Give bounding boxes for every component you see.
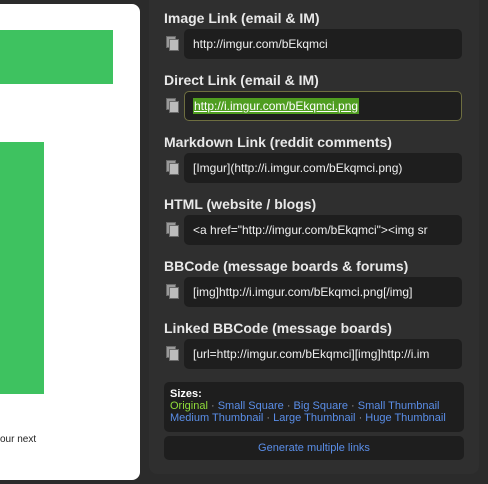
size-list: Original · Small Square · Big Square · S… <box>170 400 446 424</box>
image-link-field[interactable]: http://imgur.com/bEkqmci <box>184 29 462 59</box>
size-option-big-square[interactable]: Big Square <box>294 400 348 412</box>
preview-green-bar <box>0 30 113 84</box>
image-preview: our next <box>0 4 140 480</box>
copy-icon[interactable] <box>166 284 179 299</box>
copy-icon[interactable] <box>166 36 179 51</box>
separator: · <box>286 400 291 412</box>
copy-icon[interactable] <box>166 160 179 175</box>
copy-icon[interactable] <box>166 346 179 361</box>
image-link-label: Image Link (email & IM) <box>164 10 320 26</box>
selected-text: http://i.imgur.com/bEkqmci.png <box>193 98 360 114</box>
size-option-medium-thumbnail[interactable]: Medium Thumbnail <box>170 412 263 424</box>
direct-link-label: Direct Link (email & IM) <box>164 72 319 88</box>
size-option-original[interactable]: Original <box>170 400 208 412</box>
size-option-small-thumbnail[interactable]: Small Thumbnail <box>358 400 440 412</box>
copy-icon[interactable] <box>166 222 179 237</box>
separator: · <box>210 400 215 412</box>
sizes-box: Sizes: Original · Small Square · Big Squ… <box>164 382 464 432</box>
size-option-large-thumbnail[interactable]: Large Thumbnail <box>273 412 355 424</box>
linked-bbcode-label: Linked BBCode (message boards) <box>164 320 392 336</box>
preview-green-block <box>0 142 44 394</box>
bbcode-field[interactable]: [img]http://i.imgur.com/bEkqmci.png[/img… <box>184 277 462 307</box>
separator: · <box>266 412 271 424</box>
bbcode-label: BBCode (message boards & forums) <box>164 258 409 274</box>
html-link-label: HTML (website / blogs) <box>164 196 317 212</box>
separator: · <box>358 412 363 424</box>
separator: · <box>351 400 355 412</box>
size-option-huge-thumbnail[interactable]: Huge Thumbnail <box>365 412 446 424</box>
markdown-link-label: Markdown Link (reddit comments) <box>164 134 392 150</box>
direct-link-field[interactable]: http://i.imgur.com/bEkqmci.png <box>184 91 462 121</box>
links-panel: Image Link (email & IM) http://imgur.com… <box>149 0 479 474</box>
generate-multiple-links-button[interactable]: Generate multiple links <box>164 436 464 460</box>
sizes-title: Sizes: <box>170 388 202 400</box>
linked-bbcode-field[interactable]: [url=http://imgur.com/bEkqmci][img]http:… <box>184 339 462 369</box>
markdown-link-field[interactable]: [Imgur](http://i.imgur.com/bEkqmci.png) <box>184 153 462 183</box>
copy-icon[interactable] <box>166 98 179 113</box>
preview-white-area <box>0 84 113 144</box>
size-option-small-square[interactable]: Small Square <box>218 400 284 412</box>
html-link-field[interactable]: <a href="http://imgur.com/bEkqmci"><img … <box>184 215 462 245</box>
preview-caption: our next <box>0 434 37 445</box>
